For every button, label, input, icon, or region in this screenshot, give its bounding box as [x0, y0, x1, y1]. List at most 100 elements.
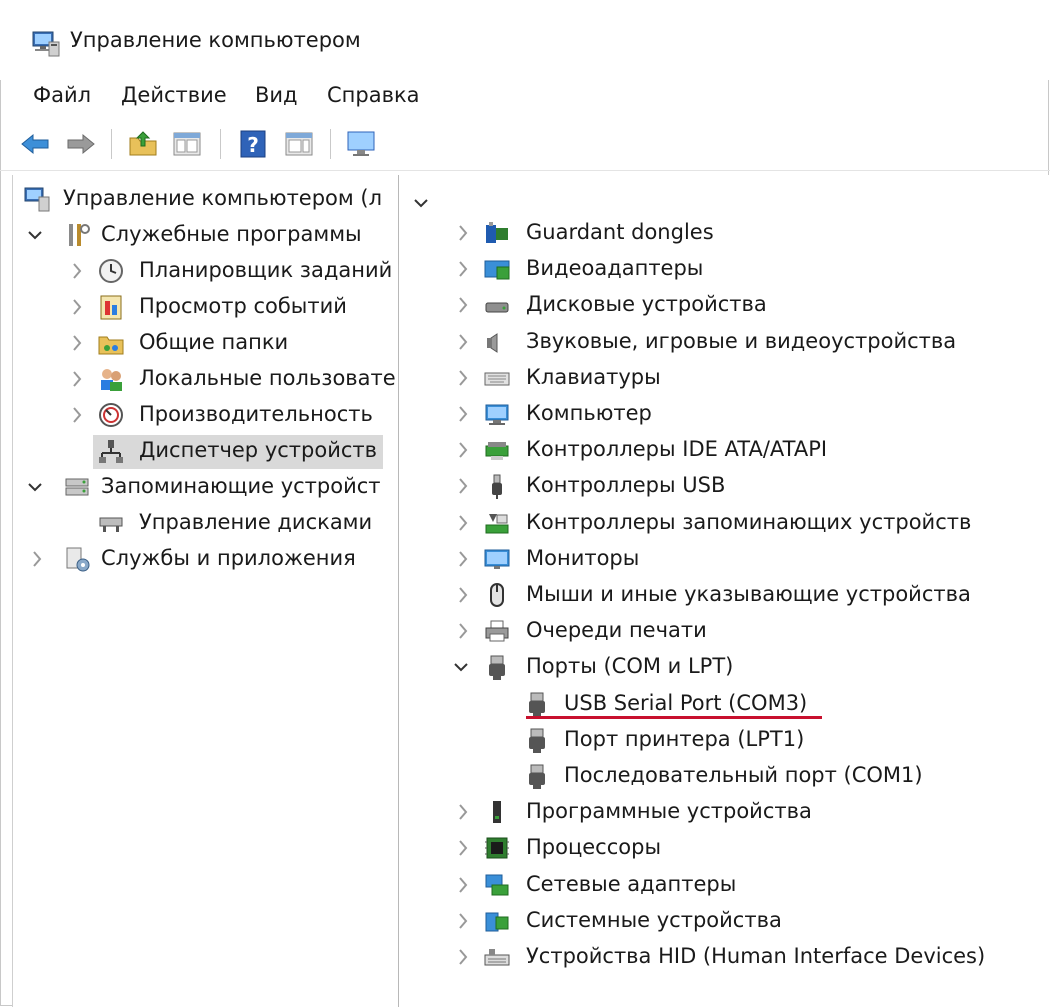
chevron-right-icon[interactable] — [69, 368, 85, 390]
device-category-label: Клавиатуры — [526, 365, 661, 389]
device-category[interactable]: Guardant dongles — [399, 217, 1050, 251]
performance-gauge-icon — [99, 403, 123, 427]
menu-action[interactable]: Действие — [121, 83, 227, 107]
chevron-right-icon[interactable] — [455, 874, 471, 896]
device-category[interactable]: Программные устройства — [399, 796, 1050, 830]
chevron-right-icon[interactable] — [455, 222, 471, 244]
tree-item-system-tools[interactable]: Служебные программы — [13, 219, 398, 253]
device-category-label: Видеоадаптеры — [526, 256, 704, 280]
device-category[interactable]: Очереди печати — [399, 615, 1050, 649]
display-adapter-icon — [484, 260, 510, 280]
chevron-right-icon[interactable] — [455, 801, 471, 823]
tree-item-services-apps[interactable]: Службы и приложения — [13, 543, 398, 577]
tree-item-disk-management[interactable]: Управление дисками — [13, 507, 398, 541]
device-category[interactable]: Видеоадаптеры — [399, 253, 1050, 287]
device-category[interactable]: Устройства HID (Human Interface Devices) — [399, 941, 1050, 975]
tree-item-device-manager[interactable]: Диспетчер устройств — [93, 435, 383, 469]
console-tree-pane: Управление компьютером (л Служебные прог… — [12, 175, 399, 1007]
device-category[interactable]: Мыши и иные указывающие устройства — [399, 579, 1050, 613]
monitor-icon[interactable] — [344, 127, 378, 161]
device-category-label: Устройства HID (Human Interface Devices) — [526, 944, 986, 968]
device-category[interactable]: Контроллеры запоминающих устройств — [399, 507, 1050, 541]
chevron-right-icon[interactable] — [455, 620, 471, 642]
device-category-label: Контроллеры запоминающих устройств — [526, 510, 972, 534]
chevron-down-icon[interactable] — [413, 194, 429, 216]
chevron-right-icon[interactable] — [455, 910, 471, 932]
tree-item-event-viewer[interactable]: Просмотр событий — [13, 291, 398, 325]
device-category-label: Контроллеры USB — [526, 473, 726, 497]
device-item[interactable]: Последовательный порт (COM1) — [399, 760, 1050, 794]
menu-view[interactable]: Вид — [255, 83, 298, 107]
device-item-label: Последовательный порт (COM1) — [564, 763, 923, 787]
svg-text:?: ? — [247, 133, 259, 157]
chevron-right-icon[interactable] — [455, 584, 471, 606]
toolbar: ? — [0, 120, 1050, 171]
chevron-right-icon[interactable] — [69, 296, 85, 318]
mouse-icon — [490, 583, 504, 607]
chevron-down-icon[interactable] — [27, 476, 43, 498]
chevron-down-icon[interactable] — [27, 224, 43, 246]
chevron-right-icon[interactable] — [29, 548, 45, 570]
chevron-right-icon[interactable] — [455, 403, 471, 425]
up-folder-icon[interactable] — [126, 127, 160, 161]
tree-item-shared-folders[interactable]: Общие папки — [13, 327, 398, 361]
chevron-right-icon[interactable] — [455, 294, 471, 316]
storage-controller-icon — [485, 514, 509, 534]
device-item-label: USB Serial Port (COM3) — [564, 691, 808, 715]
device-category[interactable]: Клавиатуры — [399, 362, 1050, 396]
device-category[interactable]: Контроллеры USB — [399, 470, 1050, 504]
chevron-right-icon[interactable] — [455, 258, 471, 280]
tree-item-root[interactable]: Управление компьютером (л — [13, 183, 398, 217]
clock-icon — [99, 259, 123, 283]
chevron-right-icon[interactable] — [69, 332, 85, 354]
help-icon[interactable]: ? — [236, 127, 270, 161]
menu-file[interactable]: Файл — [33, 83, 91, 107]
chevron-right-icon[interactable] — [455, 331, 471, 353]
forward-icon[interactable] — [64, 127, 98, 161]
chevron-right-icon[interactable] — [69, 260, 85, 282]
device-category[interactable]: Сетевые адаптеры — [399, 869, 1050, 903]
chevron-down-icon[interactable] — [453, 656, 469, 678]
device-category[interactable]: Порты (COM и LPT) — [399, 651, 1050, 685]
device-category-label: Порты (COM и LPT) — [526, 654, 734, 678]
computer-management-icon — [24, 187, 50, 212]
device-category[interactable]: Звуковые, игровые и видеоустройства — [399, 326, 1050, 360]
device-category[interactable]: Процессоры — [399, 832, 1050, 866]
tree-item-label: Общие папки — [139, 330, 289, 354]
device-category[interactable]: Дисковые устройства — [399, 289, 1050, 323]
toolbar-separator — [220, 129, 221, 159]
device-category-label: Компьютер — [526, 401, 652, 425]
chevron-right-icon[interactable] — [455, 512, 471, 534]
show-hide-action-pane-icon[interactable] — [282, 127, 316, 161]
device-tree-pane: Guardant dongles Видеоадаптеры Дисковые ус… — [399, 175, 1050, 1007]
back-icon[interactable] — [18, 127, 52, 161]
device-category[interactable]: Компьютер — [399, 398, 1050, 432]
tree-item-storage[interactable]: Запоминающие устройст — [13, 471, 398, 505]
chevron-right-icon[interactable] — [455, 475, 471, 497]
tree-item-label: Запоминающие устройст — [101, 474, 381, 498]
chevron-right-icon[interactable] — [455, 837, 471, 859]
toolbar-separator — [330, 129, 331, 159]
tree-item-task-scheduler[interactable]: Планировщик заданий — [13, 255, 398, 289]
show-hide-tree-icon[interactable] — [170, 127, 204, 161]
menu-help[interactable]: Справка — [327, 83, 420, 107]
device-category[interactable]: Мониторы — [399, 543, 1050, 577]
tree-item-performance[interactable]: Производительность — [13, 399, 398, 433]
tree-item-local-users[interactable]: Локальные пользовате — [13, 363, 398, 397]
device-category[interactable]: Системные устройства — [399, 905, 1050, 939]
chevron-right-icon[interactable] — [69, 404, 85, 426]
chevron-right-icon[interactable] — [455, 439, 471, 461]
tree-item-label: Планировщик заданий — [139, 258, 393, 282]
computer-icon — [485, 404, 509, 425]
dongle-icon — [486, 222, 508, 243]
chevron-right-icon[interactable] — [455, 946, 471, 968]
device-item[interactable]: Порт принтера (LPT1) — [399, 724, 1050, 758]
device-category[interactable]: Контроллеры IDE ATA/ATAPI — [399, 434, 1050, 468]
highlight-underline — [526, 716, 822, 719]
device-category-label: Программные устройства — [526, 799, 812, 823]
chevron-right-icon[interactable] — [455, 367, 471, 389]
chevron-right-icon[interactable] — [455, 548, 471, 570]
device-manager-icon — [99, 440, 123, 463]
event-log-icon — [100, 295, 122, 320]
ide-controller-icon — [485, 442, 509, 460]
